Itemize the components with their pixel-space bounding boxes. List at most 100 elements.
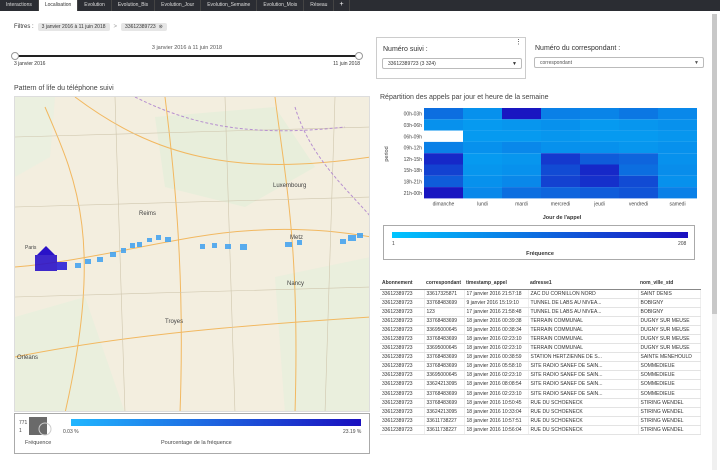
table-row[interactable]: 33612389723 33611738227 18 janvier 2016 10… (380, 425, 701, 436)
table-row[interactable]: 33612389723 33768483699 18 janvier 2016 00… (380, 316, 701, 326)
table-row[interactable]: 33612389723 123 17 janvier 2016 21:58:48 TU… (380, 307, 701, 317)
tab-interactions[interactable]: Interactions (0, 0, 39, 11)
heatmap-cell[interactable] (502, 130, 541, 142)
remove-filter-icon[interactable]: ⊗ (159, 24, 163, 30)
heatmap-cell[interactable] (619, 164, 658, 176)
heatmap-cell[interactable] (619, 141, 658, 154)
heatmap-cell[interactable] (502, 175, 541, 188)
heatmap-cell[interactable] (658, 187, 697, 199)
heatmap-cell[interactable] (619, 187, 658, 199)
heatmap-cell[interactable] (502, 153, 541, 165)
table-row[interactable]: 33612389723 33695000645 18 janvier 2016 02… (380, 343, 701, 354)
date-filter-chip[interactable]: 3 janvier 2016 à 11 juin 2018 (37, 23, 110, 31)
tab-evolution-mois[interactable]: Evolution_Mois (257, 0, 305, 11)
table-row[interactable]: 33612389723 33768483699 18 janvier 2016 10… (380, 398, 701, 408)
heatmap-cell[interactable] (424, 108, 463, 120)
tab-evolution-semaine[interactable]: Evolution_Semaine (201, 0, 258, 11)
heatmap-cell[interactable] (619, 108, 658, 120)
table-row[interactable]: 33612389723 33611738227 18 janvier 2016 10… (380, 416, 701, 426)
heatmap-cell[interactable] (424, 141, 463, 154)
heatmap-cell[interactable] (424, 130, 463, 142)
table-row[interactable]: 33612389723 33695000645 18 janvier 2016 00… (380, 325, 701, 335)
heatmap-cell[interactable] (463, 175, 502, 188)
heatmap-cell[interactable] (541, 108, 580, 120)
table-row[interactable]: 33612389723 33624213095 18 janvier 2016 10… (380, 407, 701, 417)
table-row[interactable]: 33612389723 33617325871 17 janvier 2016 21… (380, 289, 701, 299)
heatmap-cell[interactable] (619, 153, 658, 165)
table-row[interactable]: 33612389723 33768483699 18 janvier 2016 02… (380, 334, 701, 345)
heatmap-cell[interactable] (424, 119, 463, 131)
heatmap-cell[interactable] (463, 164, 502, 176)
heatmap-cell[interactable] (580, 141, 619, 154)
table-row[interactable]: 33612389723 33768483699 18 janvier 2016 00… (380, 352, 701, 363)
heatmap-cell[interactable] (658, 175, 697, 188)
heatmap-cell[interactable] (463, 187, 502, 199)
column-header-nom-ville-std[interactable]: nom_ville_std (638, 278, 700, 290)
tab-r-seau[interactable]: Réseau (304, 0, 335, 11)
correspondant-select[interactable]: correspondant ▼ (534, 57, 704, 68)
table-row[interactable]: 33612389723 33768483699 9 janvier 2016 15:… (380, 298, 701, 308)
heatmap-cell[interactable] (502, 108, 541, 120)
heatmap-cell[interactable] (580, 187, 619, 199)
slider-end-handle[interactable] (355, 52, 363, 60)
heatmap-cell[interactable] (541, 187, 580, 199)
heatmap-cell[interactable] (502, 187, 541, 199)
column-header-abonnement[interactable]: Abonnement (380, 278, 424, 290)
slider-track[interactable] (14, 55, 360, 57)
tab-evolution[interactable]: Evolution (78, 0, 112, 11)
heatmap-cell[interactable] (580, 130, 619, 142)
tab-evolution-jour[interactable]: Evolution_Jour (155, 0, 202, 11)
heatmap-cell[interactable] (619, 130, 658, 142)
heatmap-cell[interactable] (463, 119, 502, 131)
more-options-icon[interactable]: ⋮ (515, 38, 522, 46)
heatmap-cell[interactable] (658, 108, 697, 120)
table-row[interactable]: 33612389723 33695000645 18 janvier 2016 02… (380, 370, 701, 381)
heatmap-cell[interactable] (580, 119, 619, 131)
heatmap-cell[interactable] (658, 141, 697, 154)
add-tab-icon[interactable]: + (334, 0, 350, 11)
number-filter-chip[interactable]: 33612389723 ⊗ (121, 23, 167, 31)
heatmap-cell[interactable] (658, 153, 697, 165)
heatmap-cell[interactable] (463, 108, 502, 120)
map-view[interactable]: Luxembourg Reims Metz Nancy Troyes Orléa… (14, 96, 370, 412)
heatmap-cell[interactable] (502, 141, 541, 154)
heatmap-cell[interactable] (541, 153, 580, 165)
heatmap-cell[interactable] (541, 119, 580, 131)
tab-localisation[interactable]: Localisation (38, 0, 79, 11)
heatmap-cell[interactable] (541, 130, 580, 142)
heatmap-chart[interactable]: 00h-03h 03h-06h 06h-09h 09h-12h 12h-15h 15h-1… (380, 104, 704, 222)
heatmap-cell[interactable] (619, 175, 658, 188)
heatmap-cell[interactable] (658, 130, 697, 142)
heatmap-cell[interactable] (580, 108, 619, 120)
heatmap-cell[interactable] (502, 119, 541, 131)
heatmap-cell[interactable] (658, 164, 697, 176)
table-row[interactable]: 33612389723 33768483699 18 janvier 2016 05… (380, 361, 701, 372)
heatmap-cell[interactable] (463, 130, 502, 142)
column-header-correspondant[interactable]: correspondant (424, 278, 464, 290)
heatmap-cell[interactable] (424, 175, 463, 188)
heatmap-cell[interactable] (463, 141, 502, 154)
scrollbar-thumb[interactable] (712, 14, 717, 314)
table-row[interactable]: 33612389723 33768483699 18 janvier 2016 02… (380, 389, 701, 399)
heatmap-cell[interactable] (619, 119, 658, 131)
tab-evolution-bis[interactable]: Evolution_Bis (112, 0, 156, 11)
heatmap-cell[interactable] (541, 164, 580, 176)
heatmap-cell[interactable] (541, 141, 580, 154)
heatmap-cell[interactable] (502, 164, 541, 176)
heatmap-cell[interactable] (541, 175, 580, 188)
heatmap-cell[interactable] (463, 153, 502, 165)
numero-suivi-select[interactable]: 33612389723 (3 324) ▼ (382, 58, 522, 69)
heatmap-cell[interactable] (580, 175, 619, 188)
heatmap-cell[interactable] (580, 164, 619, 176)
heatmap-cell[interactable] (424, 153, 463, 165)
heatmap-cell[interactable] (424, 164, 463, 176)
table-row[interactable]: 33612389723 33624213095 18 janvier 2016 08… (380, 379, 701, 390)
column-header-timestamp-appel[interactable]: timestamp_appel (464, 278, 528, 290)
column-header-adresse1[interactable]: adresse1 (528, 278, 638, 290)
heatmap-cell[interactable] (580, 153, 619, 165)
slider-start-handle[interactable] (11, 52, 19, 60)
page-scrollbar[interactable] (712, 14, 717, 470)
table-cell: 33611738227 (424, 416, 465, 426)
heatmap-cell[interactable] (658, 119, 697, 131)
heatmap-cell[interactable] (424, 187, 463, 199)
